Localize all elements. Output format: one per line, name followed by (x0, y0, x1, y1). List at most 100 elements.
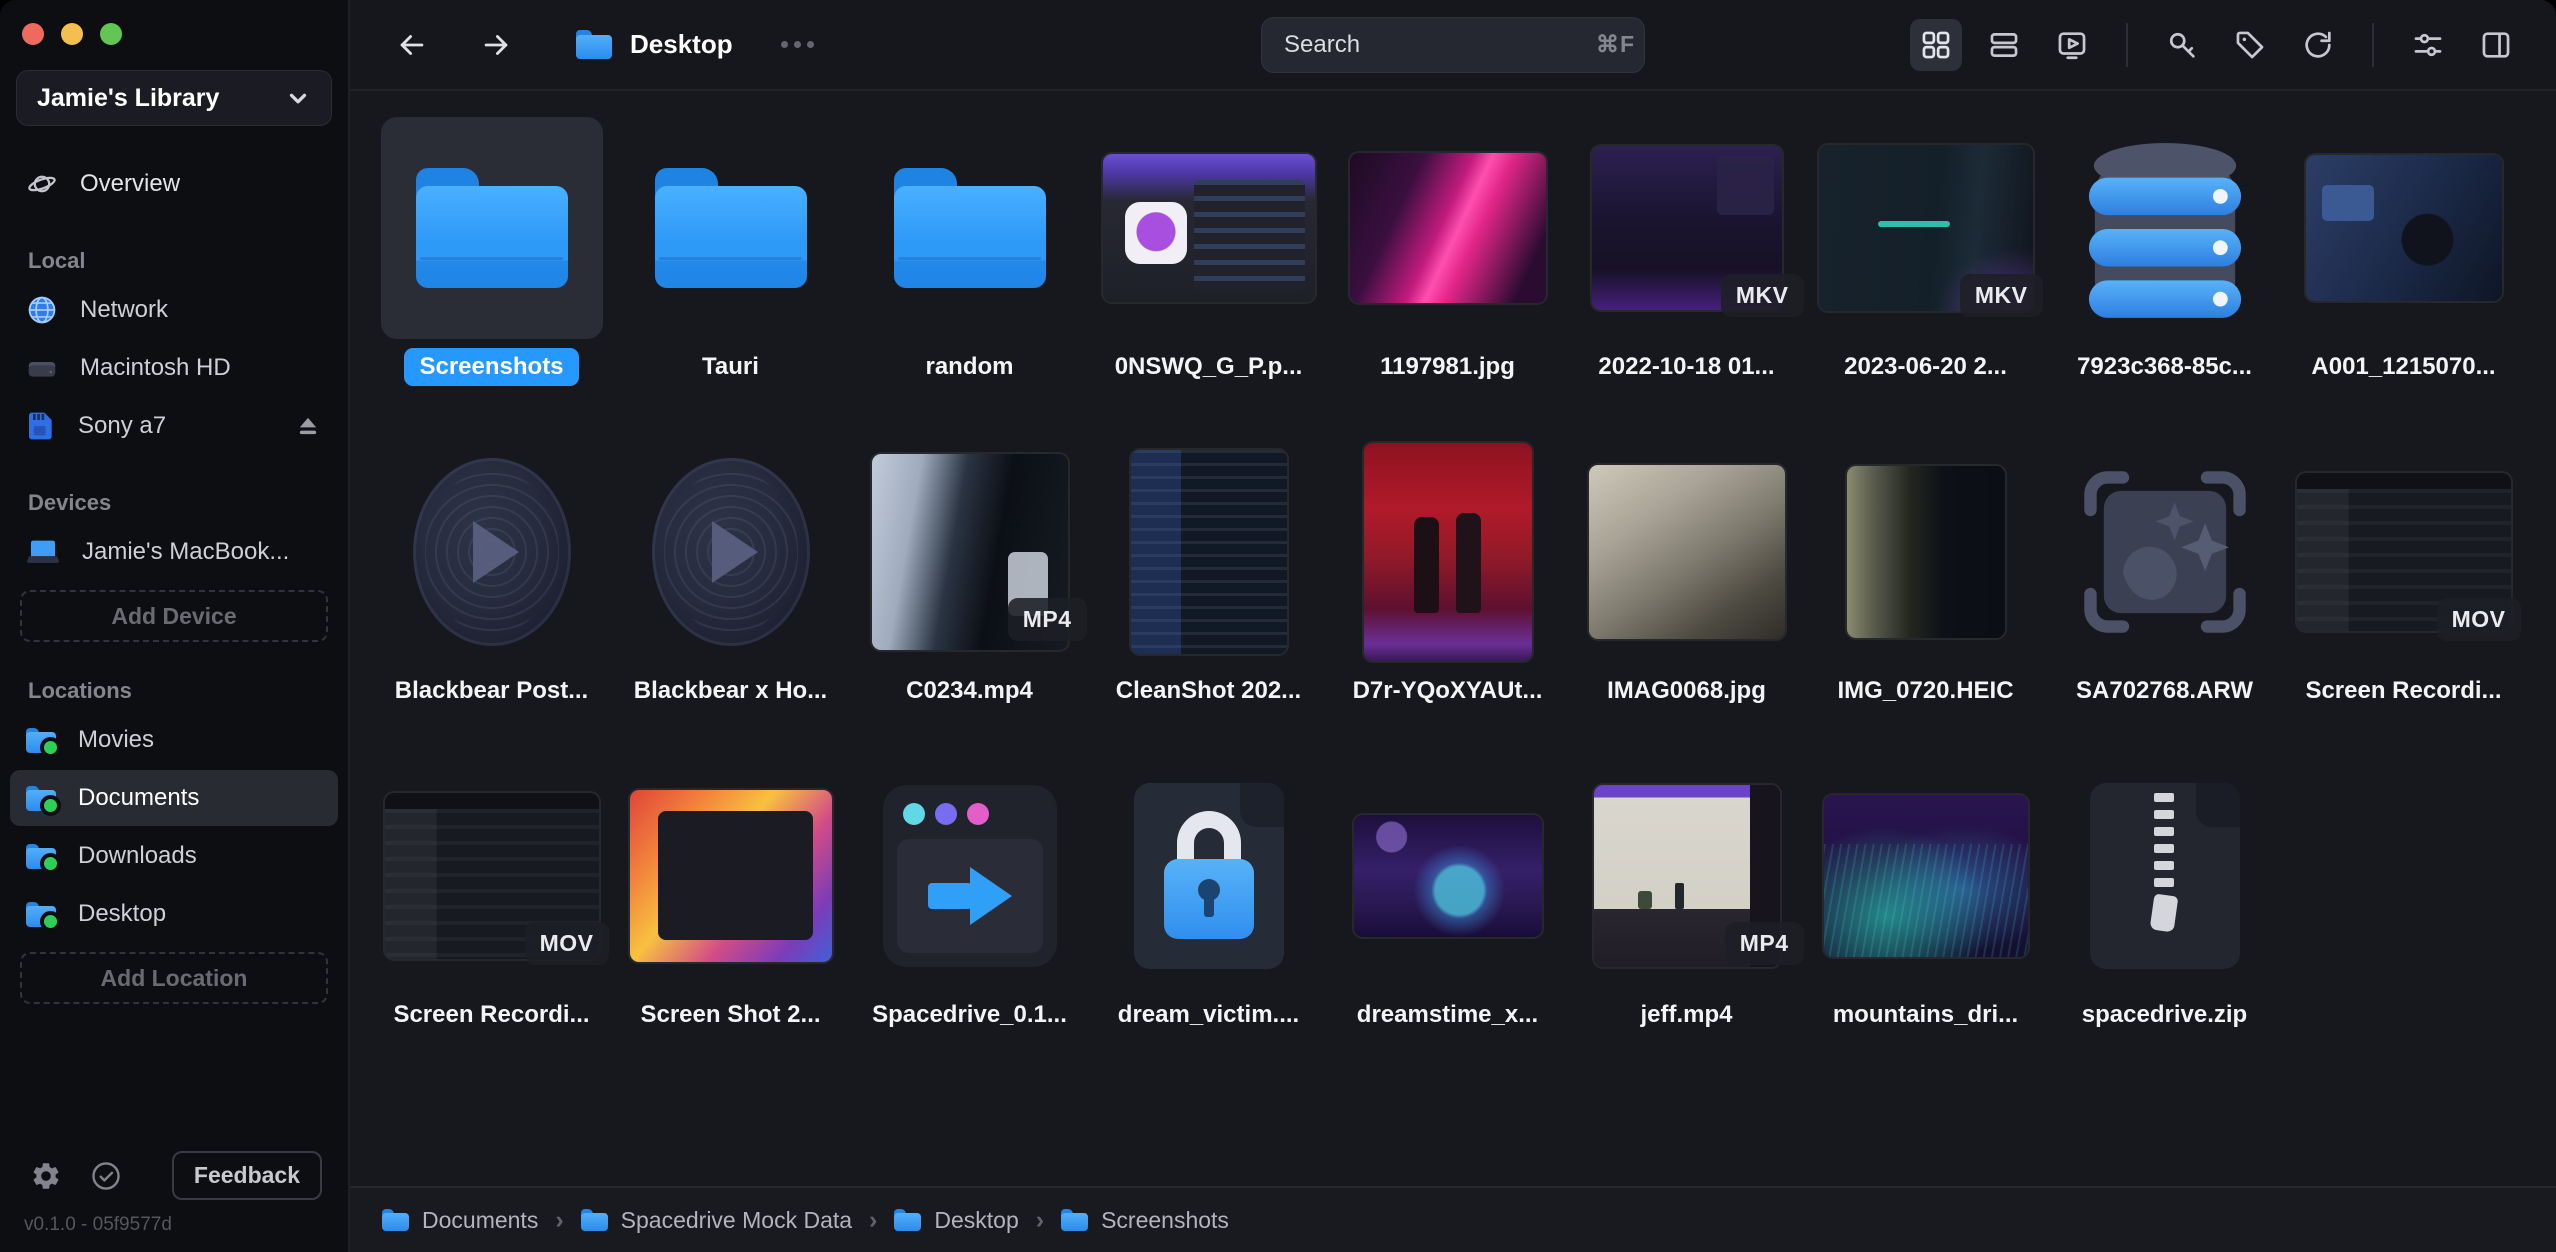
library-switcher[interactable]: Jamie's Library (16, 70, 332, 126)
file-name: Screen Shot 2... (625, 996, 835, 1034)
sidebar-item-sony-a7[interactable]: Sony a7 (10, 398, 338, 454)
spacedrive-window: Jamie's Library Overview LocalNetworkMac… (0, 0, 2556, 1252)
thumbnail-area[interactable] (620, 441, 842, 663)
thumbnail-area[interactable]: MOV (381, 765, 603, 987)
forward-button[interactable] (470, 19, 522, 71)
thumbnail-area[interactable] (1337, 117, 1559, 339)
add-location-button[interactable]: Add Location (20, 952, 328, 1004)
file-item-1197981-jpg[interactable]: 1197981.jpg (1328, 117, 1567, 441)
file-item-a001-1215070[interactable]: A001_1215070... (2284, 117, 2523, 441)
file-name: Blackbear x Ho... (619, 672, 842, 710)
thumbnail-area[interactable] (381, 117, 603, 339)
thumbnail-area[interactable]: MOV (2293, 441, 2515, 663)
file-item-7923c368-85c[interactable]: 7923c368-85c... (2045, 117, 2284, 441)
close-button[interactable] (22, 23, 44, 45)
thumbnail-area[interactable] (1337, 441, 1559, 663)
add-device-button[interactable]: Add Device (20, 590, 328, 642)
file-item-d7r-yqoxyaut[interactable]: D7r-YQoXYAUt... (1328, 441, 1567, 765)
thumbnail-area[interactable]: MKV (1815, 117, 2037, 339)
file-thumbnail (1847, 466, 2005, 638)
file-name: Blackbear Post... (380, 672, 603, 710)
media-view-button[interactable] (2046, 19, 2098, 71)
breadcrumb-item-spacedrive-mock-data[interactable]: Spacedrive Mock Data (581, 1207, 852, 1234)
thumbnail-area[interactable] (620, 765, 842, 987)
file-item-0nswq-g-p-p[interactable]: 0NSWQ_G_P.p... (1089, 117, 1328, 441)
file-name: Spacedrive_0.1... (857, 996, 1082, 1034)
more-options-icon[interactable] (781, 41, 814, 48)
search-input[interactable] (1282, 30, 1596, 60)
file-name: 2023-06-20 2... (1829, 348, 2022, 386)
thumbnail-area[interactable] (859, 765, 1081, 987)
sidebar-item-movies[interactable]: Movies (10, 712, 338, 768)
section-title-locations: Locations (28, 678, 348, 704)
thumbnail-area[interactable] (1098, 441, 1320, 663)
section-title-devices: Devices (28, 490, 348, 516)
file-item-blackbear-post[interactable]: Blackbear Post... (372, 441, 611, 765)
feedback-button[interactable]: Feedback (172, 1151, 322, 1200)
thumbnail-area[interactable] (859, 117, 1081, 339)
check-circle-icon[interactable] (90, 1160, 122, 1192)
thumbnail-area[interactable] (2293, 117, 2515, 339)
file-item-2022-10-18-01[interactable]: MKV2022-10-18 01... (1567, 117, 1806, 441)
thumbnail-area[interactable] (2054, 765, 2276, 987)
thumbnail-area[interactable] (2054, 117, 2276, 339)
eject-icon[interactable] (294, 412, 322, 440)
sidebar-item-downloads[interactable]: Downloads (10, 828, 338, 884)
file-item-cleanshot-202[interactable]: CleanShot 202... (1089, 441, 1328, 765)
folder-item-random[interactable]: random (850, 117, 1089, 441)
thumbnail-area[interactable] (1815, 765, 2037, 987)
file-item-screen-recordi[interactable]: MOVScreen Recordi... (2284, 441, 2523, 765)
thumbnail-area[interactable] (1098, 765, 1320, 987)
minimize-button[interactable] (61, 23, 83, 45)
sidebar-item-overview[interactable]: Overview (10, 156, 338, 212)
app-executable-icon (885, 787, 1055, 965)
file-item-dream-victim[interactable]: dream_victim.... (1089, 765, 1328, 1089)
file-item-c0234-mp4[interactable]: MP4C0234.mp4 (850, 441, 1089, 765)
zoom-button[interactable] (100, 23, 122, 45)
thumbnail-area[interactable] (620, 117, 842, 339)
breadcrumb-item-documents[interactable]: Documents (382, 1207, 538, 1234)
sidebar-item-macintosh-hd[interactable]: Macintosh HD (10, 340, 338, 396)
grid-view-button[interactable] (1910, 19, 1962, 71)
thumbnail-area[interactable] (1098, 117, 1320, 339)
file-item-img-0720-heic[interactable]: IMG_0720.HEIC (1806, 441, 2045, 765)
thumbnail-area[interactable]: MP4 (859, 441, 1081, 663)
file-item-sa702768-arw[interactable]: SA702768.ARW (2045, 441, 2284, 765)
tags-button[interactable] (2224, 19, 2276, 71)
search-box[interactable]: ⌘F (1261, 17, 1645, 73)
thumbnail-area[interactable]: MP4 (1576, 765, 1798, 987)
locked-file-icon (1134, 783, 1284, 969)
thumbnail-area[interactable] (2054, 441, 2276, 663)
file-item-blackbear-x-ho[interactable]: Blackbear x Ho... (611, 441, 850, 765)
file-item-screen-recordi[interactable]: MOVScreen Recordi... (372, 765, 611, 1089)
thumbnail-area[interactable] (1576, 441, 1798, 663)
settings-gear-icon[interactable] (30, 1160, 62, 1192)
thumbnail-area[interactable] (1337, 765, 1559, 987)
file-item-spacedrive-zip[interactable]: spacedrive.zip (2045, 765, 2284, 1089)
file-item-imag0068-jpg[interactable]: IMAG0068.jpg (1567, 441, 1806, 765)
breadcrumb-item-desktop[interactable]: Desktop (894, 1207, 1018, 1234)
thumbnail-area[interactable] (1815, 441, 2037, 663)
folder-item-tauri[interactable]: Tauri (611, 117, 850, 441)
sidebar-item-documents[interactable]: Documents (10, 770, 338, 826)
file-item-spacedrive-0-1[interactable]: Spacedrive_0.1... (850, 765, 1089, 1089)
sidebar-item-jamie-s-macbook[interactable]: Jamie's MacBook... (10, 524, 338, 580)
list-view-button[interactable] (1978, 19, 2030, 71)
breadcrumb-item-screenshots[interactable]: Screenshots (1061, 1207, 1229, 1234)
filters-button[interactable] (2402, 19, 2454, 71)
key-manager-button[interactable] (2156, 19, 2208, 71)
file-item-mountains-dri[interactable]: mountains_dri... (1806, 765, 2045, 1089)
thumbnail-area[interactable] (381, 441, 603, 663)
refresh-button[interactable] (2292, 19, 2344, 71)
file-item-screen-shot-2[interactable]: Screen Shot 2... (611, 765, 850, 1089)
thumbnail-area[interactable]: MKV (1576, 117, 1798, 339)
sidebar-item-network[interactable]: Network (10, 282, 338, 338)
file-item-dreamstime-x[interactable]: dreamstime_x... (1328, 765, 1567, 1089)
file-item-jeff-mp4[interactable]: MP4jeff.mp4 (1567, 765, 1806, 1089)
back-button[interactable] (386, 19, 438, 71)
file-item-2023-06-20-2[interactable]: MKV 2023-06-20 2... (1806, 117, 2045, 441)
file-name: random (910, 348, 1028, 386)
inspector-toggle-button[interactable] (2470, 19, 2522, 71)
folder-item-screenshots[interactable]: Screenshots (372, 117, 611, 441)
sidebar-item-desktop[interactable]: Desktop (10, 886, 338, 942)
